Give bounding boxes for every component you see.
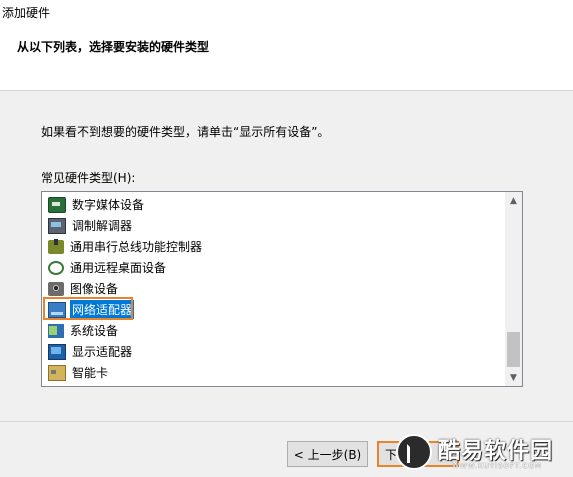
scroll-up-button[interactable]: ▲ [505,192,522,209]
modem-icon [48,217,66,234]
vertical-scrollbar[interactable]: ▲ ▼ [505,192,522,386]
remote-desktop-icon [48,260,64,275]
list-item-label: 通用串行总线功能控制器 [70,240,203,254]
list-item-label: 智能卡 [72,366,109,380]
list-item-display-adapter[interactable]: 显示适配器 [44,341,504,362]
scroll-down-button[interactable]: ▼ [505,369,522,386]
system-device-icon [48,323,64,338]
list-item-modem[interactable]: 调制解调器 [44,215,504,236]
window-title: 添加硬件 [2,6,51,20]
list-item-smart-card[interactable]: 智能卡 [44,362,504,383]
hint-text: 如果看不到想要的硬件类型，请单击“显示所有设备”。 [41,125,330,139]
list-item-digital-media[interactable]: 数字媒体设备 [44,194,504,215]
list-item-system-device[interactable]: 系统设备 [44,320,504,341]
list-item-label: 数字媒体设备 [72,198,145,212]
watermark-logo-icon [396,434,432,470]
list-item-imaging-device[interactable]: 图像设备 [44,278,504,299]
smart-card-icon [48,364,66,381]
watermark-text: 酷易软件园 [438,439,554,464]
hardware-type-list[interactable]: 数字媒体设备 调制解调器 通用串行总线功能控制器 通用远程桌面设备 图像设备 网… [41,191,523,387]
list-item-label: 显示适配器 [72,345,133,359]
usb-controller-icon [48,238,64,254]
list-item-label: 调制解调器 [72,219,133,233]
watermark-url: WWW.KUYISOFT.COM [452,462,543,470]
list-item-label: 图像设备 [70,282,119,296]
list-item-usb-controller[interactable]: 通用串行总线功能控制器 [44,236,504,257]
scroll-thumb[interactable] [507,332,520,367]
list-item-label: 系统设备 [70,324,119,338]
hardware-list-label: 常见硬件类型(H): [41,171,136,185]
watermark: 酷易软件园 WWW.KUYISOFT.COM [392,430,573,477]
network-adapter-icon [48,301,66,318]
list-item-remote-desktop[interactable]: 通用远程桌面设备 [44,257,504,278]
digital-media-icon [48,196,66,213]
list-item-network-adapter[interactable]: 网络适配器 [43,297,504,320]
back-button[interactable]: < 上一步(B) [287,441,368,467]
list-item-label: 网络适配器 [70,300,135,319]
hardware-items: 数字媒体设备 调制解调器 通用串行总线功能控制器 通用远程桌面设备 图像设备 网… [43,194,504,383]
imaging-device-icon [48,281,64,296]
wizard-header: 添加硬件 从以下列表，选择要安装的硬件类型 [0,0,573,91]
list-item-label: 通用远程桌面设备 [70,261,167,275]
display-adapter-icon [48,343,66,360]
footer-divider [0,421,573,422]
page-title: 从以下列表，选择要安装的硬件类型 [17,40,210,54]
